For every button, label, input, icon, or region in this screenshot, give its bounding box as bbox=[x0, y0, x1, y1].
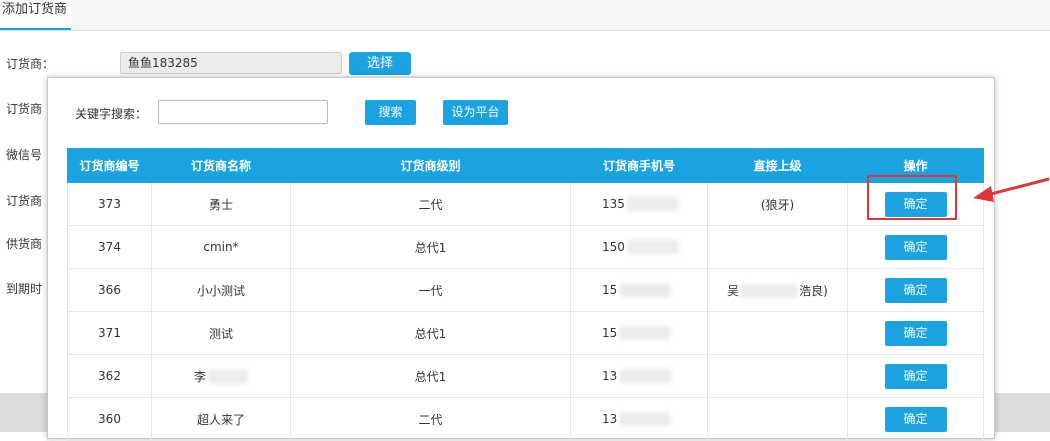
cell-id: 373 bbox=[67, 182, 152, 226]
confirm-button[interactable]: 确定 bbox=[884, 320, 947, 346]
col-supplier-phone: 订货商手机号 bbox=[570, 148, 708, 183]
supplier-picker-modal: 关键字搜索： 搜索 设为平台 订货商编号 订货商名称 订货商级别 订货商手机号 … bbox=[47, 77, 995, 441]
cell-id: 360 bbox=[67, 397, 152, 441]
table-row: 360 超人来了 二代 13 确定 bbox=[67, 397, 984, 441]
red-arrow-icon bbox=[973, 177, 1050, 202]
cell-action: 确定 bbox=[847, 354, 984, 398]
confirm-button[interactable]: 确定 bbox=[884, 406, 947, 432]
cell-phone: 135 bbox=[570, 182, 708, 226]
redacted-blur bbox=[619, 283, 672, 298]
table-row: 362 李 总代1 13 确定 bbox=[67, 354, 984, 398]
cell-parent: 吴 浩良) bbox=[707, 268, 848, 312]
search-button[interactable]: 搜索 bbox=[365, 100, 416, 125]
redacted-blur bbox=[619, 326, 672, 341]
table-header: 订货商编号 订货商名称 订货商级别 订货商手机号 直接上级 操作 bbox=[67, 148, 984, 183]
redacted-blur bbox=[619, 369, 672, 384]
highlight-box bbox=[867, 175, 957, 220]
cell-phone: 15 bbox=[570, 268, 708, 312]
col-supplier-id: 订货商编号 bbox=[67, 148, 152, 183]
cell-id: 371 bbox=[67, 311, 152, 355]
cell-parent: (狼牙) bbox=[707, 182, 848, 226]
cell-name: 超人来了 bbox=[151, 397, 291, 441]
cell-level: 一代 bbox=[290, 268, 571, 312]
supplier-label: 订货商： bbox=[6, 57, 55, 71]
cell-parent bbox=[707, 311, 848, 355]
table-row: 371 测试 总代1 15 确定 bbox=[67, 311, 984, 355]
cell-name: 测试 bbox=[151, 311, 291, 355]
col-supplier-level: 订货商级别 bbox=[290, 148, 571, 183]
col-direct-parent: 直接上级 bbox=[707, 148, 848, 183]
cell-action: 确定 bbox=[847, 268, 984, 312]
phone-prefix: 15 bbox=[602, 325, 618, 340]
cell-id: 366 bbox=[67, 268, 152, 312]
confirm-button[interactable]: 确定 bbox=[884, 363, 947, 389]
cell-phone: 150 bbox=[570, 225, 708, 269]
form-label-2: 订货商 bbox=[6, 102, 43, 116]
cell-id: 374 bbox=[67, 225, 152, 269]
supplier-table: 订货商编号 订货商名称 订货商级别 订货商手机号 直接上级 操作 373 勇士 … bbox=[67, 148, 984, 441]
cell-name: 小小测试 bbox=[151, 268, 291, 312]
phone-prefix: 13 bbox=[602, 411, 618, 426]
cell-parent bbox=[707, 225, 848, 269]
cell-action: 确定 bbox=[847, 311, 984, 355]
parent-suffix: 浩良) bbox=[799, 283, 828, 298]
cell-phone: 13 bbox=[570, 354, 708, 398]
cell-id: 362 bbox=[67, 354, 152, 398]
table-row: 374 cmin* 总代1 150 确定 bbox=[67, 225, 984, 269]
keyword-input[interactable] bbox=[158, 100, 328, 124]
cell-name: 勇士 bbox=[151, 182, 291, 226]
redacted-blur bbox=[208, 370, 248, 384]
tab-add-supplier[interactable]: 添加订货商 bbox=[0, 0, 72, 30]
confirm-button[interactable]: 确定 bbox=[884, 277, 947, 303]
cell-parent bbox=[707, 397, 848, 441]
phone-prefix: 135 bbox=[602, 196, 625, 211]
cell-action: 确定 bbox=[847, 225, 984, 269]
col-supplier-name: 订货商名称 bbox=[151, 148, 291, 183]
cell-level: 二代 bbox=[290, 182, 571, 226]
cell-level: 总代1 bbox=[290, 354, 571, 398]
supplier-field[interactable]: 鱼鱼183285 bbox=[120, 52, 342, 74]
cell-name: cmin* bbox=[151, 225, 291, 269]
name-text: 李 bbox=[193, 369, 206, 384]
table-row: 373 勇士 二代 135 (狼牙) 确定 bbox=[67, 182, 984, 226]
set-platform-button[interactable]: 设为平台 bbox=[443, 100, 508, 125]
tab-bar: 添加订货商 bbox=[0, 0, 1050, 31]
phone-prefix: 150 bbox=[602, 239, 625, 254]
phone-prefix: 15 bbox=[602, 282, 618, 297]
keyword-label: 关键字搜索： bbox=[75, 107, 148, 121]
phone-prefix: 13 bbox=[602, 368, 618, 383]
redacted-blur bbox=[626, 197, 679, 212]
provider-label: 供货商 bbox=[6, 237, 43, 251]
redacted-blur bbox=[619, 412, 672, 427]
select-button[interactable]: 选择 bbox=[349, 52, 411, 75]
cell-action: 确定 bbox=[847, 397, 984, 441]
cell-level: 二代 bbox=[290, 397, 571, 441]
cell-name: 李 bbox=[151, 354, 291, 398]
expiry-label: 到期时 bbox=[6, 282, 43, 296]
confirm-button[interactable]: 确定 bbox=[884, 234, 947, 260]
cell-level: 总代1 bbox=[290, 225, 571, 269]
redacted-blur bbox=[740, 284, 799, 298]
redacted-blur bbox=[626, 240, 679, 255]
table-row: 366 小小测试 一代 15 吴 浩良) 确定 bbox=[67, 268, 984, 312]
cell-phone: 13 bbox=[570, 397, 708, 441]
wechat-label: 微信号 bbox=[6, 148, 43, 162]
cell-level: 总代1 bbox=[290, 311, 571, 355]
parent-prefix: 吴 bbox=[727, 283, 740, 298]
cell-parent bbox=[707, 354, 848, 398]
cell-phone: 15 bbox=[570, 311, 708, 355]
form-label-4: 订货商 bbox=[6, 194, 43, 208]
